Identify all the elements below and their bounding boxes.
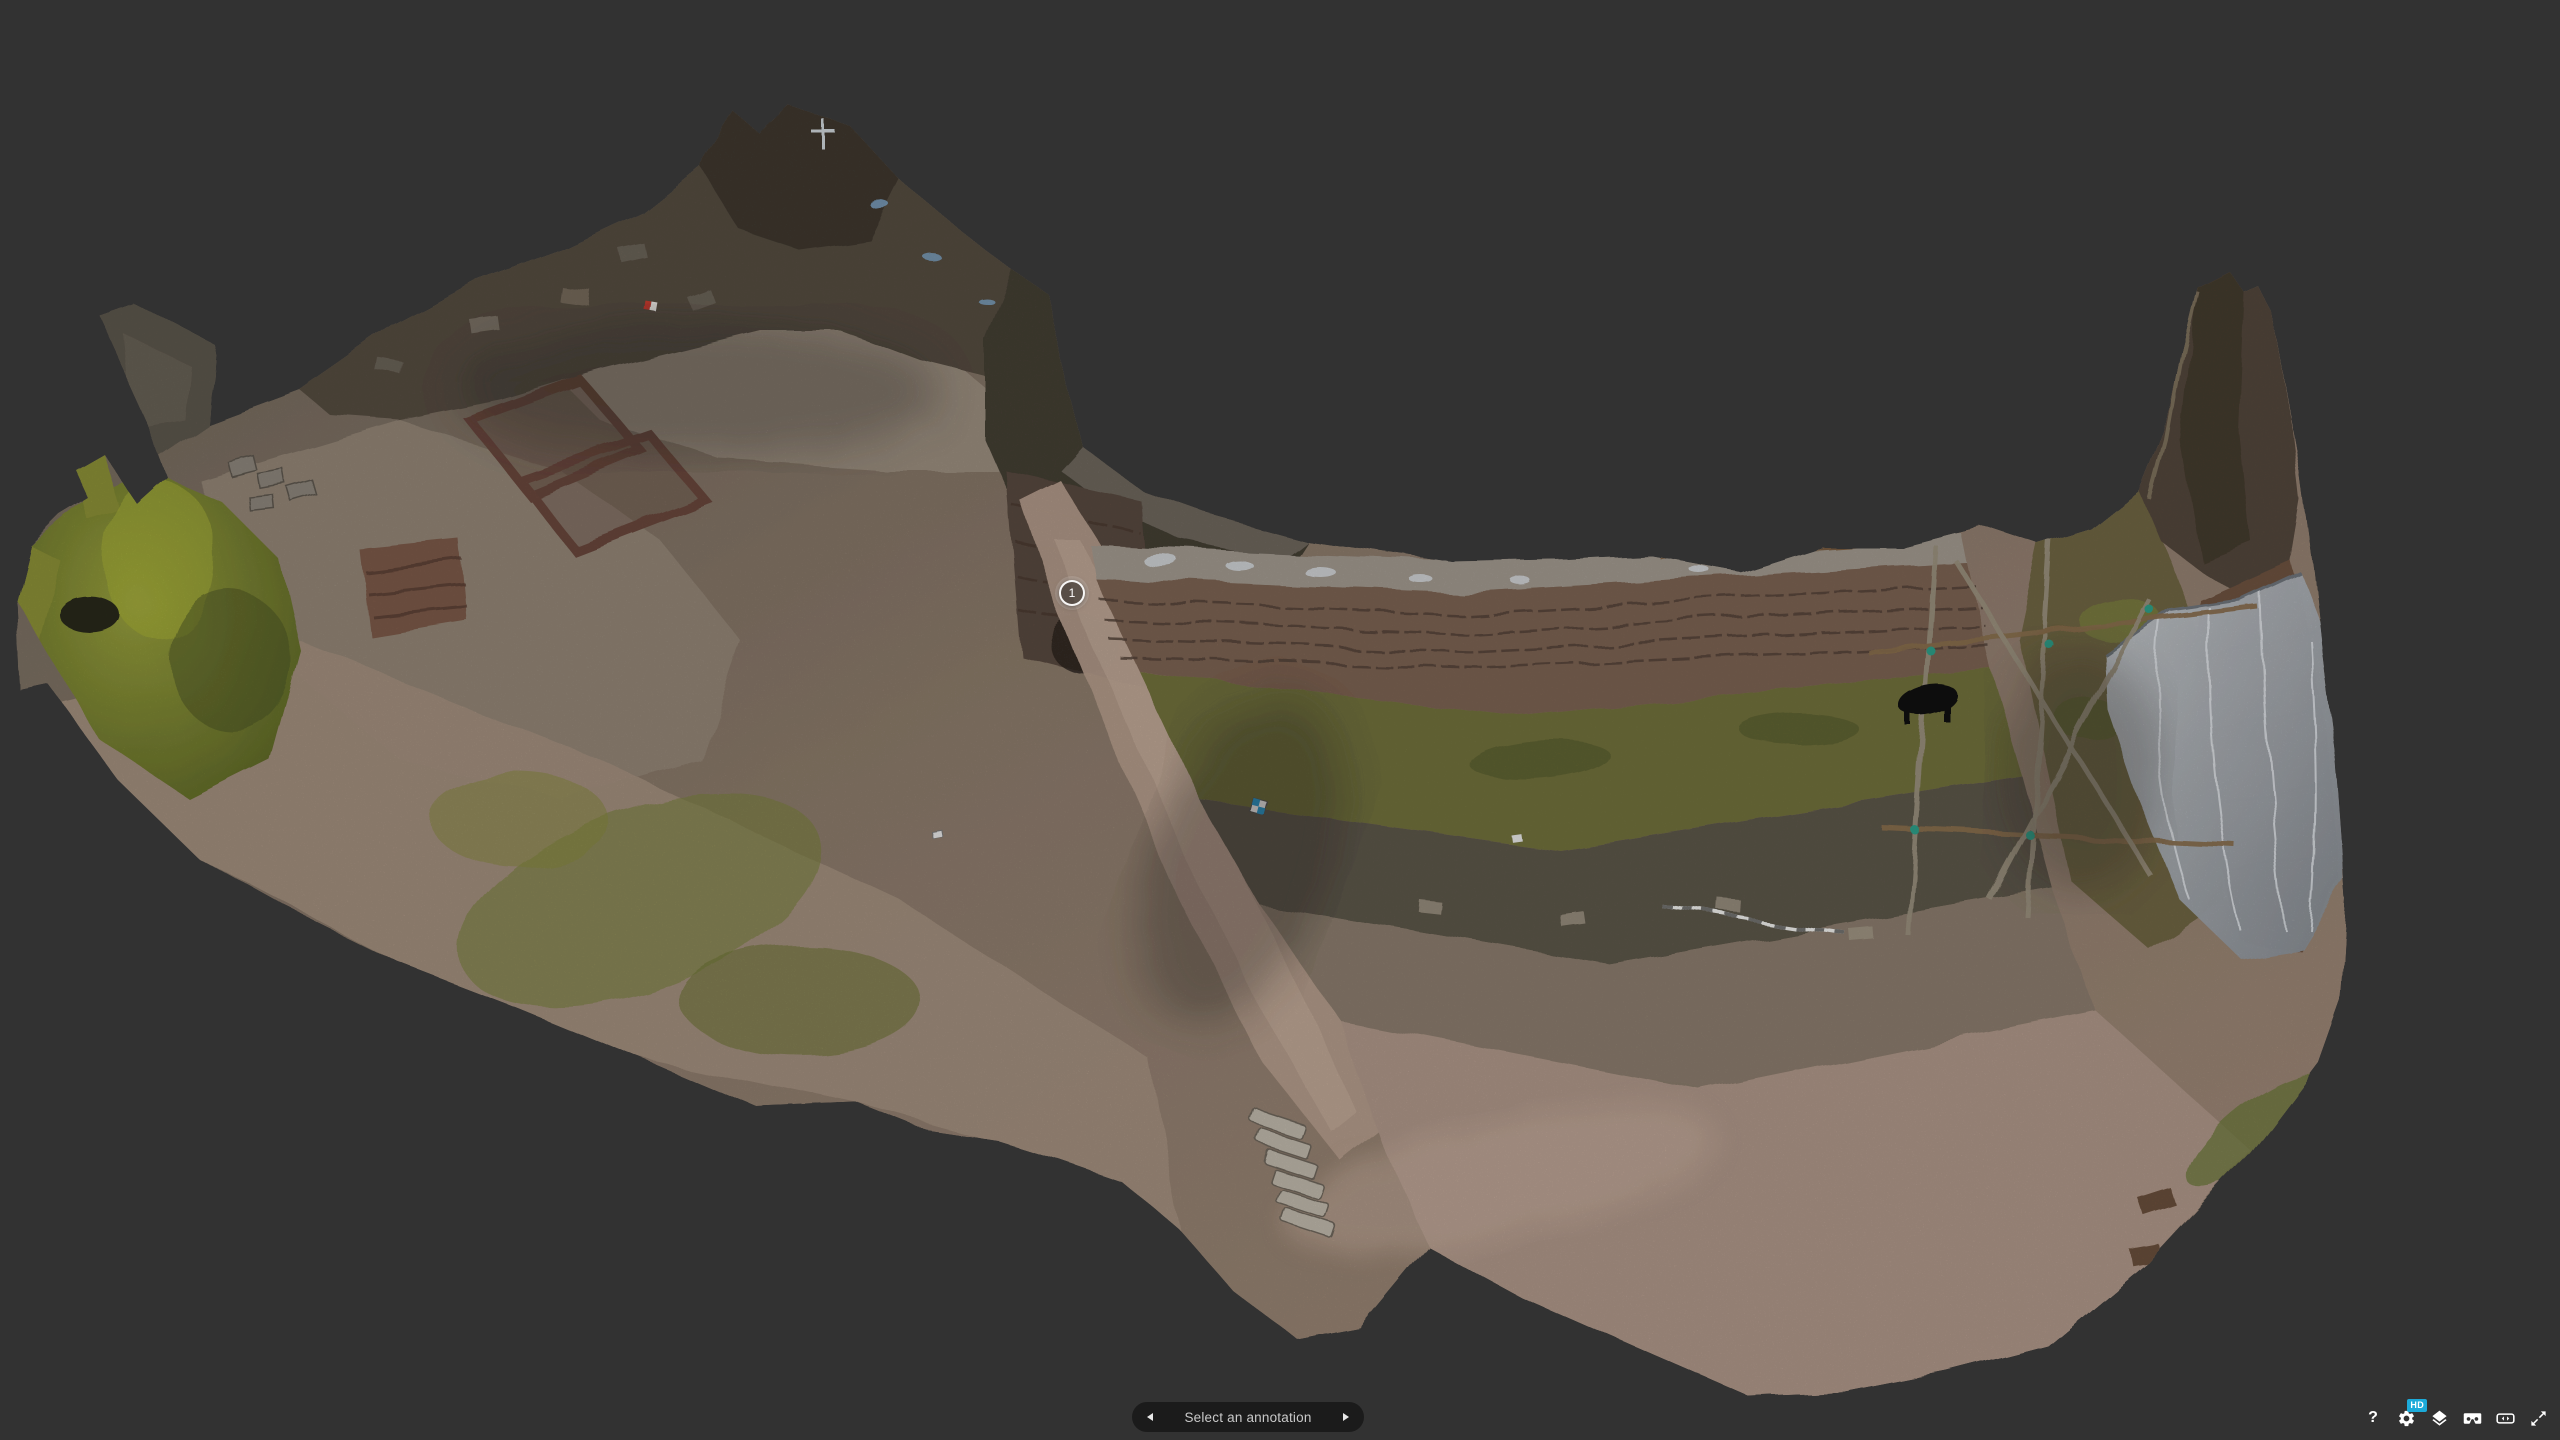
annotation-selector-label[interactable]: Select an annotation bbox=[1153, 1410, 1343, 1425]
viewer-toolbar: ? HD bbox=[2363, 1408, 2548, 1428]
settings-button[interactable]: HD bbox=[2396, 1408, 2416, 1428]
help-icon: ? bbox=[2368, 1410, 2378, 1426]
3d-model-viewport[interactable] bbox=[0, 0, 2560, 1440]
layers-inspector-icon bbox=[2430, 1409, 2449, 1428]
terrain-model bbox=[0, 0, 2560, 1440]
fullscreen-icon bbox=[2529, 1409, 2548, 1428]
vr-button[interactable] bbox=[2462, 1408, 2482, 1428]
stereo-view-icon bbox=[2495, 1408, 2516, 1429]
annotation-selector: Select an annotation bbox=[1132, 1402, 1364, 1432]
stereo-view-button[interactable] bbox=[2495, 1408, 2515, 1428]
hd-badge: HD bbox=[2407, 1399, 2427, 1412]
inspector-button[interactable] bbox=[2429, 1408, 2449, 1428]
fullscreen-button[interactable] bbox=[2528, 1408, 2548, 1428]
annotation-number: 1 bbox=[1069, 586, 1076, 600]
viewer-stage: 1 Select an annotation ? HD bbox=[0, 0, 2560, 1440]
vr-goggles-icon bbox=[2462, 1408, 2483, 1429]
help-button[interactable]: ? bbox=[2363, 1408, 2383, 1428]
next-annotation-button[interactable] bbox=[1343, 1413, 1349, 1421]
annotation-marker-1[interactable]: 1 bbox=[1059, 580, 1085, 606]
